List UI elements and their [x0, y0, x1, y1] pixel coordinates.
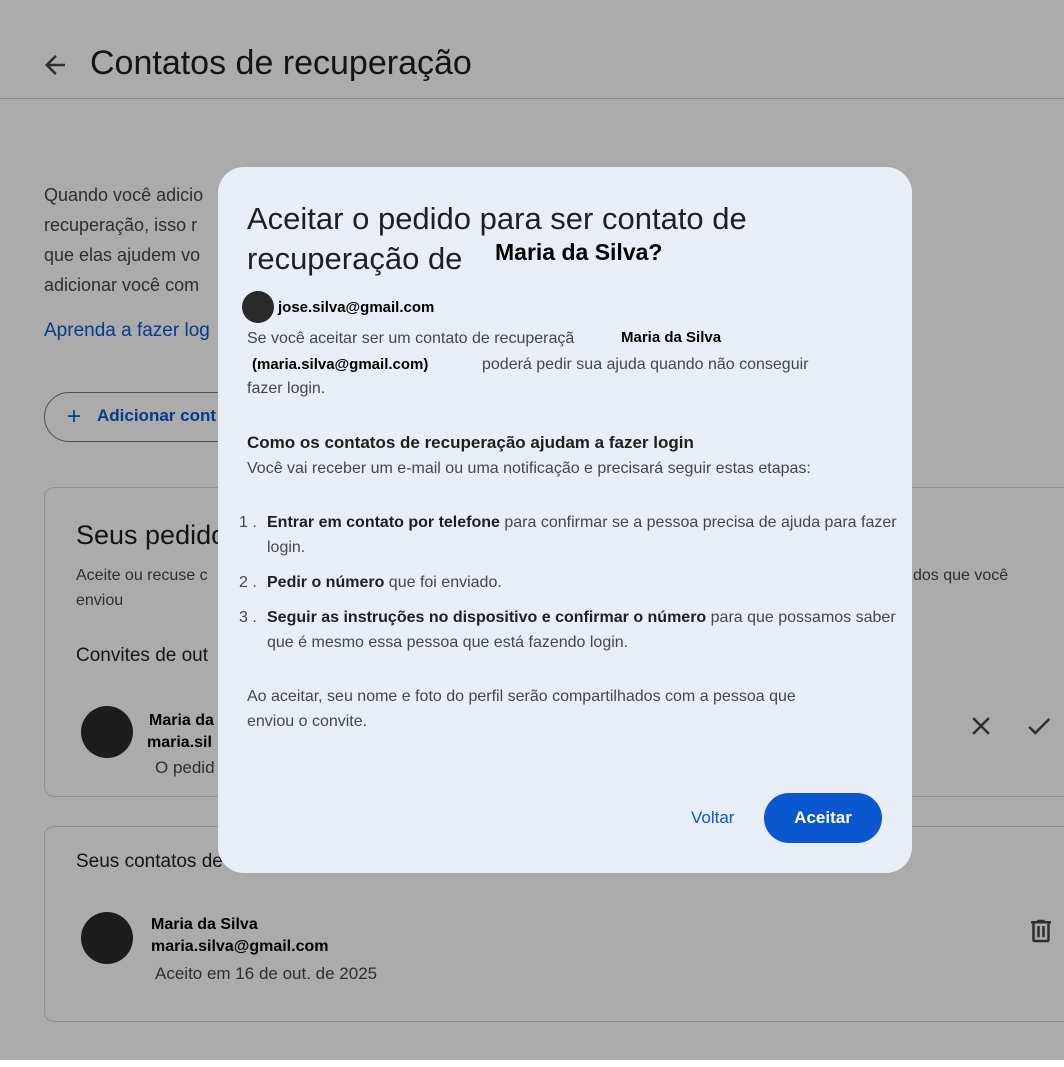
step-bold: Pedir o número [267, 574, 385, 591]
step-number: 3 . [239, 609, 257, 626]
step-number: 2 . [239, 574, 257, 591]
section-subtitle: Você vai receber um e-mail ou uma notifi… [247, 460, 811, 477]
dialog-paragraph-line1: Se você aceitar ser um contato de recupe… [247, 330, 574, 348]
step-text: Seguir as instruções no dispositivo e co… [267, 605, 897, 655]
requester-email: (maria.silva@gmail.com) [252, 356, 429, 373]
step-bold: Seguir as instruções no dispositivo e co… [267, 609, 707, 626]
requester-name: Maria da Silva [621, 329, 722, 346]
step-rest: que foi enviado. [384, 574, 502, 591]
back-button[interactable]: Voltar [691, 808, 734, 828]
dialog-title-name: Maria da Silva? [495, 239, 663, 265]
paragraph-text: Se você aceitar ser um contato de recupe… [247, 330, 575, 347]
dialog-paragraph-line2: poderá pedir sua ajuda quando não conseg… [482, 356, 809, 373]
dialog-paragraph-name: Maria da Silva [621, 329, 721, 347]
accept-request-dialog: Aceitar o pedido para ser contato de rec… [218, 167, 912, 873]
footer-text-line2: enviou o convite. [247, 713, 368, 730]
accept-button[interactable]: Aceitar [764, 793, 882, 843]
account-email: jose.silva@gmail.com [278, 299, 435, 316]
section-heading: Como os contatos de recuperação ajudam a… [247, 433, 694, 452]
step-text: Entrar em contato por telefone para conf… [267, 510, 897, 560]
dialog-paragraph-email: (maria.silva@gmail.com) [252, 356, 428, 374]
step-bold: Entrar em contato por telefone [267, 514, 500, 531]
step-number: 1 . [239, 514, 257, 531]
dialog-title-line1: Aceitar o pedido para ser contato de [247, 201, 747, 236]
step-text: Pedir o número que foi enviado. [267, 570, 897, 595]
dialog-paragraph-line3: fazer login. [247, 380, 326, 397]
footer-text-line1: Ao aceitar, seu nome e foto do perfil se… [247, 688, 796, 705]
account-avatar [242, 291, 274, 323]
